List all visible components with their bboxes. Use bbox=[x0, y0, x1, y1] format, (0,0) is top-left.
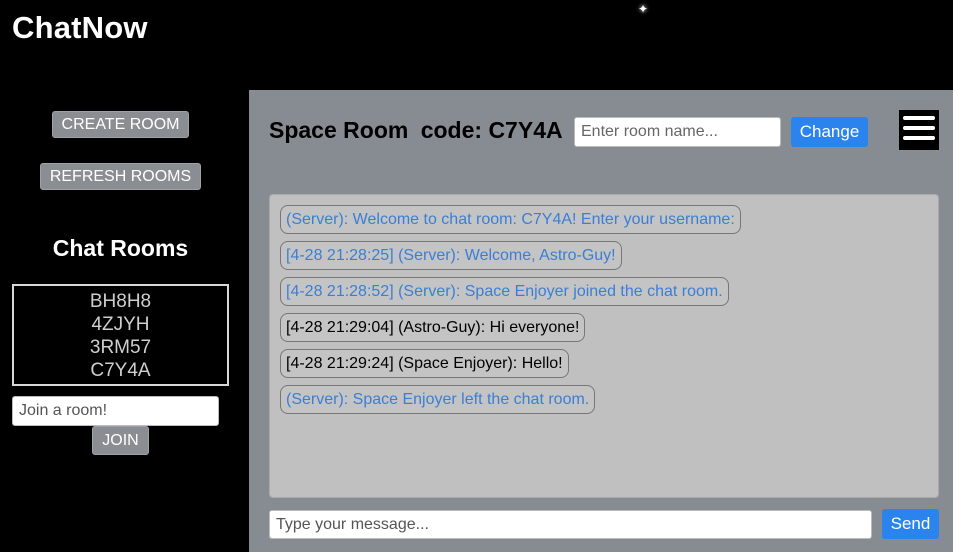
create-room-button[interactable]: CREATE ROOM bbox=[52, 111, 189, 138]
room-item[interactable]: 4ZJYH bbox=[14, 313, 227, 336]
room-item[interactable]: BH8H8 bbox=[14, 290, 227, 313]
join-button[interactable]: JOIN bbox=[92, 426, 149, 455]
room-item[interactable]: C7Y4A bbox=[14, 359, 227, 382]
message-bubble: (Server): Welcome to chat room: C7Y4A! E… bbox=[280, 205, 741, 234]
hamburger-menu-icon[interactable] bbox=[899, 110, 939, 150]
join-room-input[interactable] bbox=[12, 396, 219, 426]
change-button[interactable]: Change bbox=[791, 117, 868, 147]
message-list[interactable]: (Server): Welcome to chat room: C7Y4A! E… bbox=[269, 194, 939, 498]
message-bubble: [4-28 21:29:04] (Astro-Guy): Hi everyone… bbox=[280, 313, 586, 342]
room-name-input[interactable] bbox=[574, 117, 781, 147]
rooms-list: BH8H8 4ZJYH 3RM57 C7Y4A bbox=[12, 284, 229, 386]
message-bubble: (Server): Space Enjoyer left the chat ro… bbox=[280, 385, 596, 414]
message-input[interactable] bbox=[269, 510, 872, 539]
chat-rooms-heading: Chat Rooms bbox=[52, 235, 189, 261]
message-bubble: [4-28 21:28:25] (Server): Welcome, Astro… bbox=[280, 241, 622, 270]
room-name: Space Room bbox=[269, 117, 409, 143]
message-bubble: [4-28 21:28:52] (Server): Space Enjoyer … bbox=[280, 277, 729, 306]
message-bubble: [4-28 21:29:24] (Space Enjoyer): Hello! bbox=[280, 349, 569, 378]
room-title: Space Room code: C7Y4A bbox=[269, 117, 563, 144]
star-icon: ✦ bbox=[637, 2, 649, 16]
send-button[interactable]: Send bbox=[882, 509, 939, 539]
app-title: ChatNow bbox=[12, 10, 148, 45]
chat-panel: Space Room code: C7Y4A Change (Server): … bbox=[249, 90, 953, 552]
refresh-rooms-button[interactable]: REFRESH ROOMS bbox=[40, 163, 201, 190]
room-item[interactable]: 3RM57 bbox=[14, 336, 227, 359]
room-code: code: C7Y4A bbox=[420, 117, 563, 143]
